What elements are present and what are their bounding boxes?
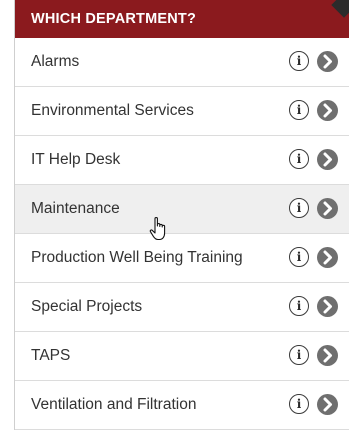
close-corner-icon[interactable] [331,0,349,18]
department-item-maintenance[interactable]: Maintenance i [15,185,349,234]
info-icon[interactable]: i [289,51,309,71]
department-item-it-help-desk[interactable]: IT Help Desk i [15,136,349,185]
info-icon[interactable]: i [289,198,309,218]
info-icon[interactable]: i [289,394,309,414]
department-label: Environmental Services [31,102,194,119]
chevron-right-icon[interactable] [317,51,338,72]
department-item-alarms[interactable]: Alarms i [15,38,349,87]
department-item-environmental-services[interactable]: Environmental Services i [15,87,349,136]
panel-header: WHICH DEPARTMENT? [15,0,349,38]
department-item-ventilation-and-filtration[interactable]: Ventilation and Filtration i [15,381,349,430]
chevron-right-icon[interactable] [317,345,338,366]
info-icon[interactable]: i [289,149,309,169]
hand-pointer-cursor-icon [148,215,170,243]
department-item-production-well-being-training[interactable]: Production Well Being Training i [15,234,349,283]
info-icon[interactable]: i [289,247,309,267]
info-icon[interactable]: i [289,345,309,365]
chevron-right-icon[interactable] [317,247,338,268]
chevron-right-icon[interactable] [317,394,338,415]
department-label: TAPS [31,347,71,364]
chevron-right-icon[interactable] [317,198,338,219]
info-icon[interactable]: i [289,100,309,120]
department-item-taps[interactable]: TAPS i [15,332,349,381]
department-label: Alarms [31,53,80,70]
info-icon[interactable]: i [289,296,309,316]
department-label: Maintenance [31,200,120,217]
department-label: Production Well Being Training [31,249,243,266]
department-item-special-projects[interactable]: Special Projects i [15,283,349,332]
chevron-right-icon[interactable] [317,100,338,121]
department-label: Special Projects [31,298,143,315]
department-picker-panel: WHICH DEPARTMENT? Alarms i Environmental… [14,0,349,430]
department-label: Ventilation and Filtration [31,396,197,413]
department-list: Alarms i Environmental Services i IT Hel… [15,38,349,430]
panel-title: WHICH DEPARTMENT? [31,11,197,27]
department-label: IT Help Desk [31,151,121,168]
chevron-right-icon[interactable] [317,149,338,170]
chevron-right-icon[interactable] [317,296,338,317]
